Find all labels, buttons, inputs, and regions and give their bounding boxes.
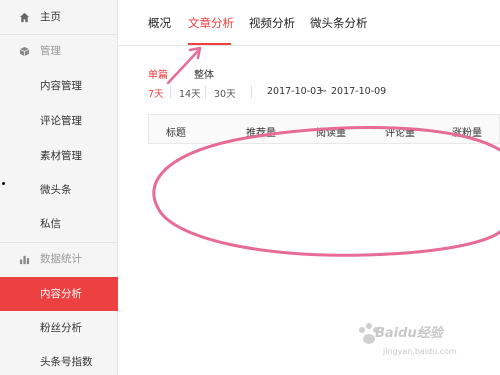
sidebar-item-private-message[interactable]: 私信 [0, 207, 118, 241]
sidebar-item-home[interactable]: 主页 [0, 0, 118, 34]
column-header-fans[interactable]: 涨粉量 [452, 124, 482, 139]
sidebar-item-content-manage[interactable]: 内容管理 [0, 69, 118, 103]
sidebar-item-label: 私信 [40, 218, 61, 230]
sidebar-item-label: 内容管理 [40, 80, 82, 92]
subtab-overall[interactable]: 整体 [194, 66, 214, 81]
sidebar-item-label: 评论管理 [40, 115, 82, 127]
tab-micro-headline-analysis[interactable]: 微头条分析 [310, 15, 368, 31]
sidebar-item-label: 内容分析 [40, 288, 82, 300]
sidebar-section-manage[interactable]: 管理 [0, 34, 118, 68]
range-separator [205, 86, 206, 98]
sidebar-item-content-analysis[interactable]: 内容分析 [0, 277, 118, 311]
range-7-days[interactable]: 7天 [148, 86, 164, 100]
date-separator: ~ [319, 86, 327, 97]
sidebar-item-label: 管理 [40, 45, 61, 57]
date-start[interactable]: 2017-10-03 [267, 86, 322, 97]
column-header-title[interactable]: 标题 [166, 124, 186, 139]
range-separator [251, 86, 252, 98]
sidebar-item-micro-headline[interactable]: 微头条 [0, 173, 118, 207]
sidebar: 主页 管理 内容管理 评论管理 素材管理 微头条 私信 数据统计 内容分析 粉丝… [0, 0, 118, 375]
sidebar-item-label: 微头条 [40, 184, 72, 196]
column-header-reads[interactable]: 阅读量 [316, 124, 346, 139]
watermark-text: Baidu经验 [375, 326, 443, 341]
sidebar-item-label: 主页 [40, 11, 61, 23]
sidebar-item-index[interactable]: 头条号指数 [0, 345, 118, 375]
cube-icon [17, 34, 31, 68]
bullet-dot [2, 182, 5, 185]
range-separator [170, 86, 171, 98]
subtab-single[interactable]: 单篇 [148, 66, 168, 81]
sidebar-item-label: 头条号指数 [40, 356, 93, 368]
tab-article-analysis[interactable]: 文章分析 [188, 15, 234, 31]
tab-overview[interactable]: 概况 [148, 15, 171, 31]
range-30-days[interactable]: 30天 [214, 86, 236, 100]
sidebar-item-fans-analysis[interactable]: 粉丝分析 [0, 311, 118, 345]
sidebar-item-label: 素材管理 [40, 150, 82, 162]
sidebar-item-label: 数据统计 [40, 253, 82, 265]
home-icon [17, 0, 31, 34]
sidebar-item-material-manage[interactable]: 素材管理 [0, 139, 118, 173]
active-tab-indicator [188, 43, 231, 45]
watermark-url: jingyan.baidu.com [383, 347, 457, 356]
tab-bar: 概况 文章分析 视频分析 微头条分析 [118, 0, 500, 46]
sidebar-item-label: 粉丝分析 [40, 322, 82, 334]
bar-chart-icon [17, 242, 31, 276]
column-header-comments[interactable]: 评论量 [385, 124, 415, 139]
tab-video-analysis[interactable]: 视频分析 [249, 15, 295, 31]
range-14-days[interactable]: 14天 [179, 86, 201, 100]
table-header: 标题 推荐量 阅读量 评论量 涨粉量 [148, 114, 500, 144]
sidebar-item-comment-manage[interactable]: 评论管理 [0, 104, 118, 138]
column-header-recommend[interactable]: 推荐量 [246, 124, 276, 139]
sidebar-section-statistics[interactable]: 数据统计 [0, 242, 118, 276]
date-end[interactable]: 2017-10-09 [331, 86, 386, 97]
